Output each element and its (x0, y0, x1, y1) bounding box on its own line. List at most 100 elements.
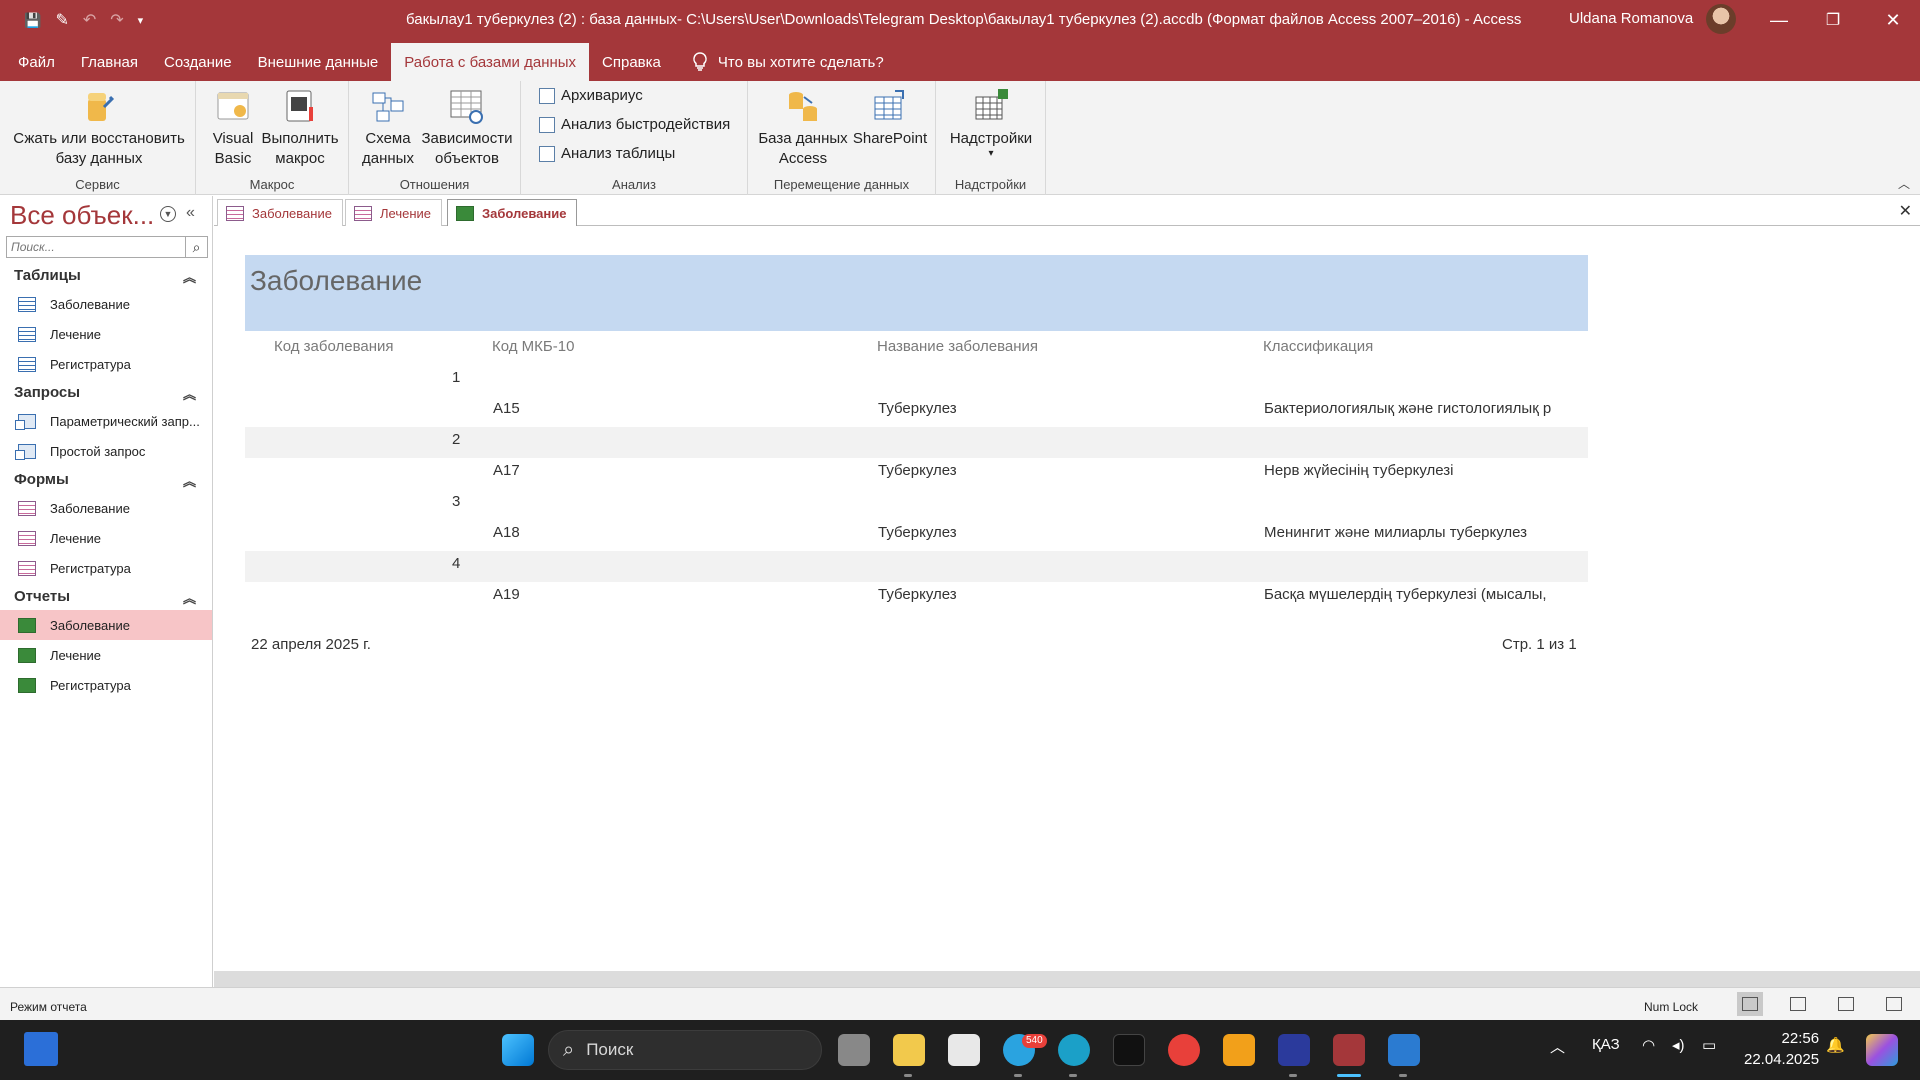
horizontal-scrollbar[interactable] (214, 971, 1920, 987)
running-indicator (1399, 1074, 1407, 1077)
rave-icon[interactable] (1113, 1034, 1145, 1066)
tab-help[interactable]: Справка (589, 43, 674, 81)
chevron-up-icon: ︽ (182, 591, 196, 606)
section-reports[interactable]: Отчеты ︽ (0, 583, 212, 610)
player-icon[interactable] (1223, 1034, 1255, 1066)
taskbar-search[interactable]: ⌕ Поиск (548, 1030, 822, 1070)
compact-repair-button[interactable]: Сжать или восстановить базу данных (8, 87, 190, 169)
query-icon (15, 443, 36, 460)
cell-class: Басқа мүшелердің туберкулезі (мысалы, (1264, 586, 1547, 603)
collapse-ribbon-icon[interactable]: ︿ (1898, 175, 1910, 192)
compact-repair-icon (80, 87, 118, 125)
start-icon[interactable] (502, 1034, 534, 1066)
nav-report-zabolevanie[interactable]: Заболевание (0, 610, 212, 640)
visual-basic-button[interactable]: Visual Basic (204, 87, 262, 169)
doc-tab-report-zabolevanie[interactable]: Заболевание (447, 199, 578, 226)
object-dependencies-button[interactable]: Зависимости объектов (417, 87, 517, 169)
battery-icon[interactable]: ▭ (1702, 1036, 1716, 1054)
group-macro: Visual Basic Выполнить макрос Макрос (196, 81, 349, 195)
report-view-icon[interactable] (1737, 992, 1763, 1016)
doc-tab-form-lechenie[interactable]: Лечение (345, 199, 443, 226)
tab-database-tools[interactable]: Работа с базами данных (391, 43, 590, 81)
addins-button[interactable]: Надстройки ▾ (944, 87, 1038, 159)
close-button[interactable]: ✕ (1870, 0, 1916, 40)
tell-me-box[interactable]: Что вы хотите сделать? (692, 43, 884, 81)
nav-form-lechenie[interactable]: Лечение (0, 523, 212, 553)
redo-icon[interactable]: ↷ (110, 10, 123, 30)
report-view (214, 226, 1920, 987)
group-label-relations: Отношения (399, 177, 470, 192)
nav-form-zabolevanie[interactable]: Заболевание (0, 493, 212, 523)
running-indicator (1069, 1074, 1077, 1077)
print-preview-icon[interactable] (1785, 992, 1811, 1016)
undo-icon[interactable]: ↶ (83, 10, 96, 30)
nav-table-lechenie[interactable]: Лечение (0, 319, 212, 349)
nav-report-registratura[interactable]: Регистратура (0, 670, 212, 700)
sharepoint-button[interactable]: SharePoint (848, 87, 932, 149)
volume-icon[interactable]: ◂) (1672, 1036, 1685, 1054)
photos-icon[interactable] (1388, 1034, 1420, 1066)
tab-create[interactable]: Создание (151, 43, 245, 81)
design-view-icon[interactable] (1881, 992, 1907, 1016)
nav-menu-icon[interactable]: ▼ (160, 206, 176, 222)
doc-tab-form-zabolevanie[interactable]: Заболевание (217, 199, 343, 226)
wifi-icon[interactable]: ◠ (1642, 1036, 1655, 1054)
status-bar: Режим отчета Num Lock (0, 987, 1920, 1020)
form-icon (18, 560, 36, 576)
cell-name: Туберкулез (878, 524, 957, 541)
layout-view-icon[interactable] (1833, 992, 1859, 1016)
close-document-icon[interactable]: ✕ (1899, 201, 1912, 221)
nav-query-simple[interactable]: Простой запрос (0, 436, 212, 466)
report-title: Заболевание (250, 265, 423, 296)
avatar[interactable] (1706, 4, 1736, 34)
analyze-performance-button[interactable]: Анализ быстродействия (539, 116, 730, 133)
tab-home[interactable]: Главная (68, 43, 151, 81)
customize-qat-icon[interactable]: ▾ (138, 14, 144, 27)
nav-report-lechenie[interactable]: Лечение (0, 640, 212, 670)
webex-icon[interactable] (1278, 1034, 1310, 1066)
store-icon[interactable] (948, 1034, 980, 1066)
section-queries[interactable]: Запросы ︽ (0, 379, 212, 406)
save-icon[interactable]: 💾 (24, 12, 41, 29)
user-name[interactable]: Uldana Romanova (1569, 10, 1693, 27)
nav-table-registratura[interactable]: Регистратура (0, 349, 212, 379)
widgets-icon[interactable] (24, 1032, 58, 1066)
documenter-button[interactable]: Архивариус (539, 87, 643, 104)
relationships-icon (369, 87, 407, 125)
edge-icon[interactable] (1058, 1034, 1090, 1066)
relationships-button[interactable]: Схема данных (359, 87, 417, 169)
nav-table-zabolevanie[interactable]: Заболевание (0, 289, 212, 319)
collapse-pane-icon[interactable]: « (186, 204, 195, 222)
analyze-table-button[interactable]: Анализ таблицы (539, 145, 675, 162)
access-app-icon[interactable] (1333, 1034, 1365, 1066)
report-header-band (245, 255, 1588, 331)
nav-query-parametric[interactable]: Параметрический запр... (0, 406, 212, 436)
input-language[interactable]: ҚАЗ (1592, 1036, 1620, 1053)
nav-header[interactable]: Все объек... ▼ « (0, 196, 212, 234)
tab-file[interactable]: Файл (0, 43, 68, 81)
group-label-move-data: Перемещение данных (773, 177, 910, 192)
tab-external-data[interactable]: Внешние данные (245, 43, 392, 81)
run-macro-icon (281, 87, 319, 125)
section-forms[interactable]: Формы ︽ (0, 466, 212, 493)
file-explorer-icon[interactable] (893, 1034, 925, 1066)
clock[interactable]: 22:56 22.04.2025 (1744, 1028, 1819, 1070)
search-icon[interactable]: ⌕ (185, 237, 207, 257)
doc-tab-label: Заболевание (482, 205, 567, 221)
nav-form-registratura[interactable]: Регистратура (0, 553, 212, 583)
copilot-icon[interactable] (1866, 1034, 1898, 1066)
run-macro-button[interactable]: Выполнить макрос (256, 87, 344, 169)
touch-mode-icon[interactable]: ✎ (55, 10, 68, 30)
chevron-up-icon[interactable]: ︿ (1550, 1036, 1565, 1057)
window-title: бакылау1 туберкулез (2) : база данных- C… (406, 11, 1522, 28)
restore-button[interactable]: ❐ (1810, 0, 1856, 40)
task-view-icon[interactable] (838, 1034, 870, 1066)
bell-icon[interactable]: 🔔 (1826, 1036, 1845, 1054)
cell-class: Нерв жүйесінің туберкулезі (1264, 462, 1454, 479)
minimize-button[interactable]: — (1756, 0, 1802, 40)
section-tables[interactable]: Таблицы ︽ (0, 262, 212, 289)
table-icon (18, 356, 36, 372)
yandex-browser-icon[interactable] (1168, 1034, 1200, 1066)
nav-search-input[interactable] (7, 240, 183, 254)
access-database-button[interactable]: База данных Access (758, 87, 848, 169)
